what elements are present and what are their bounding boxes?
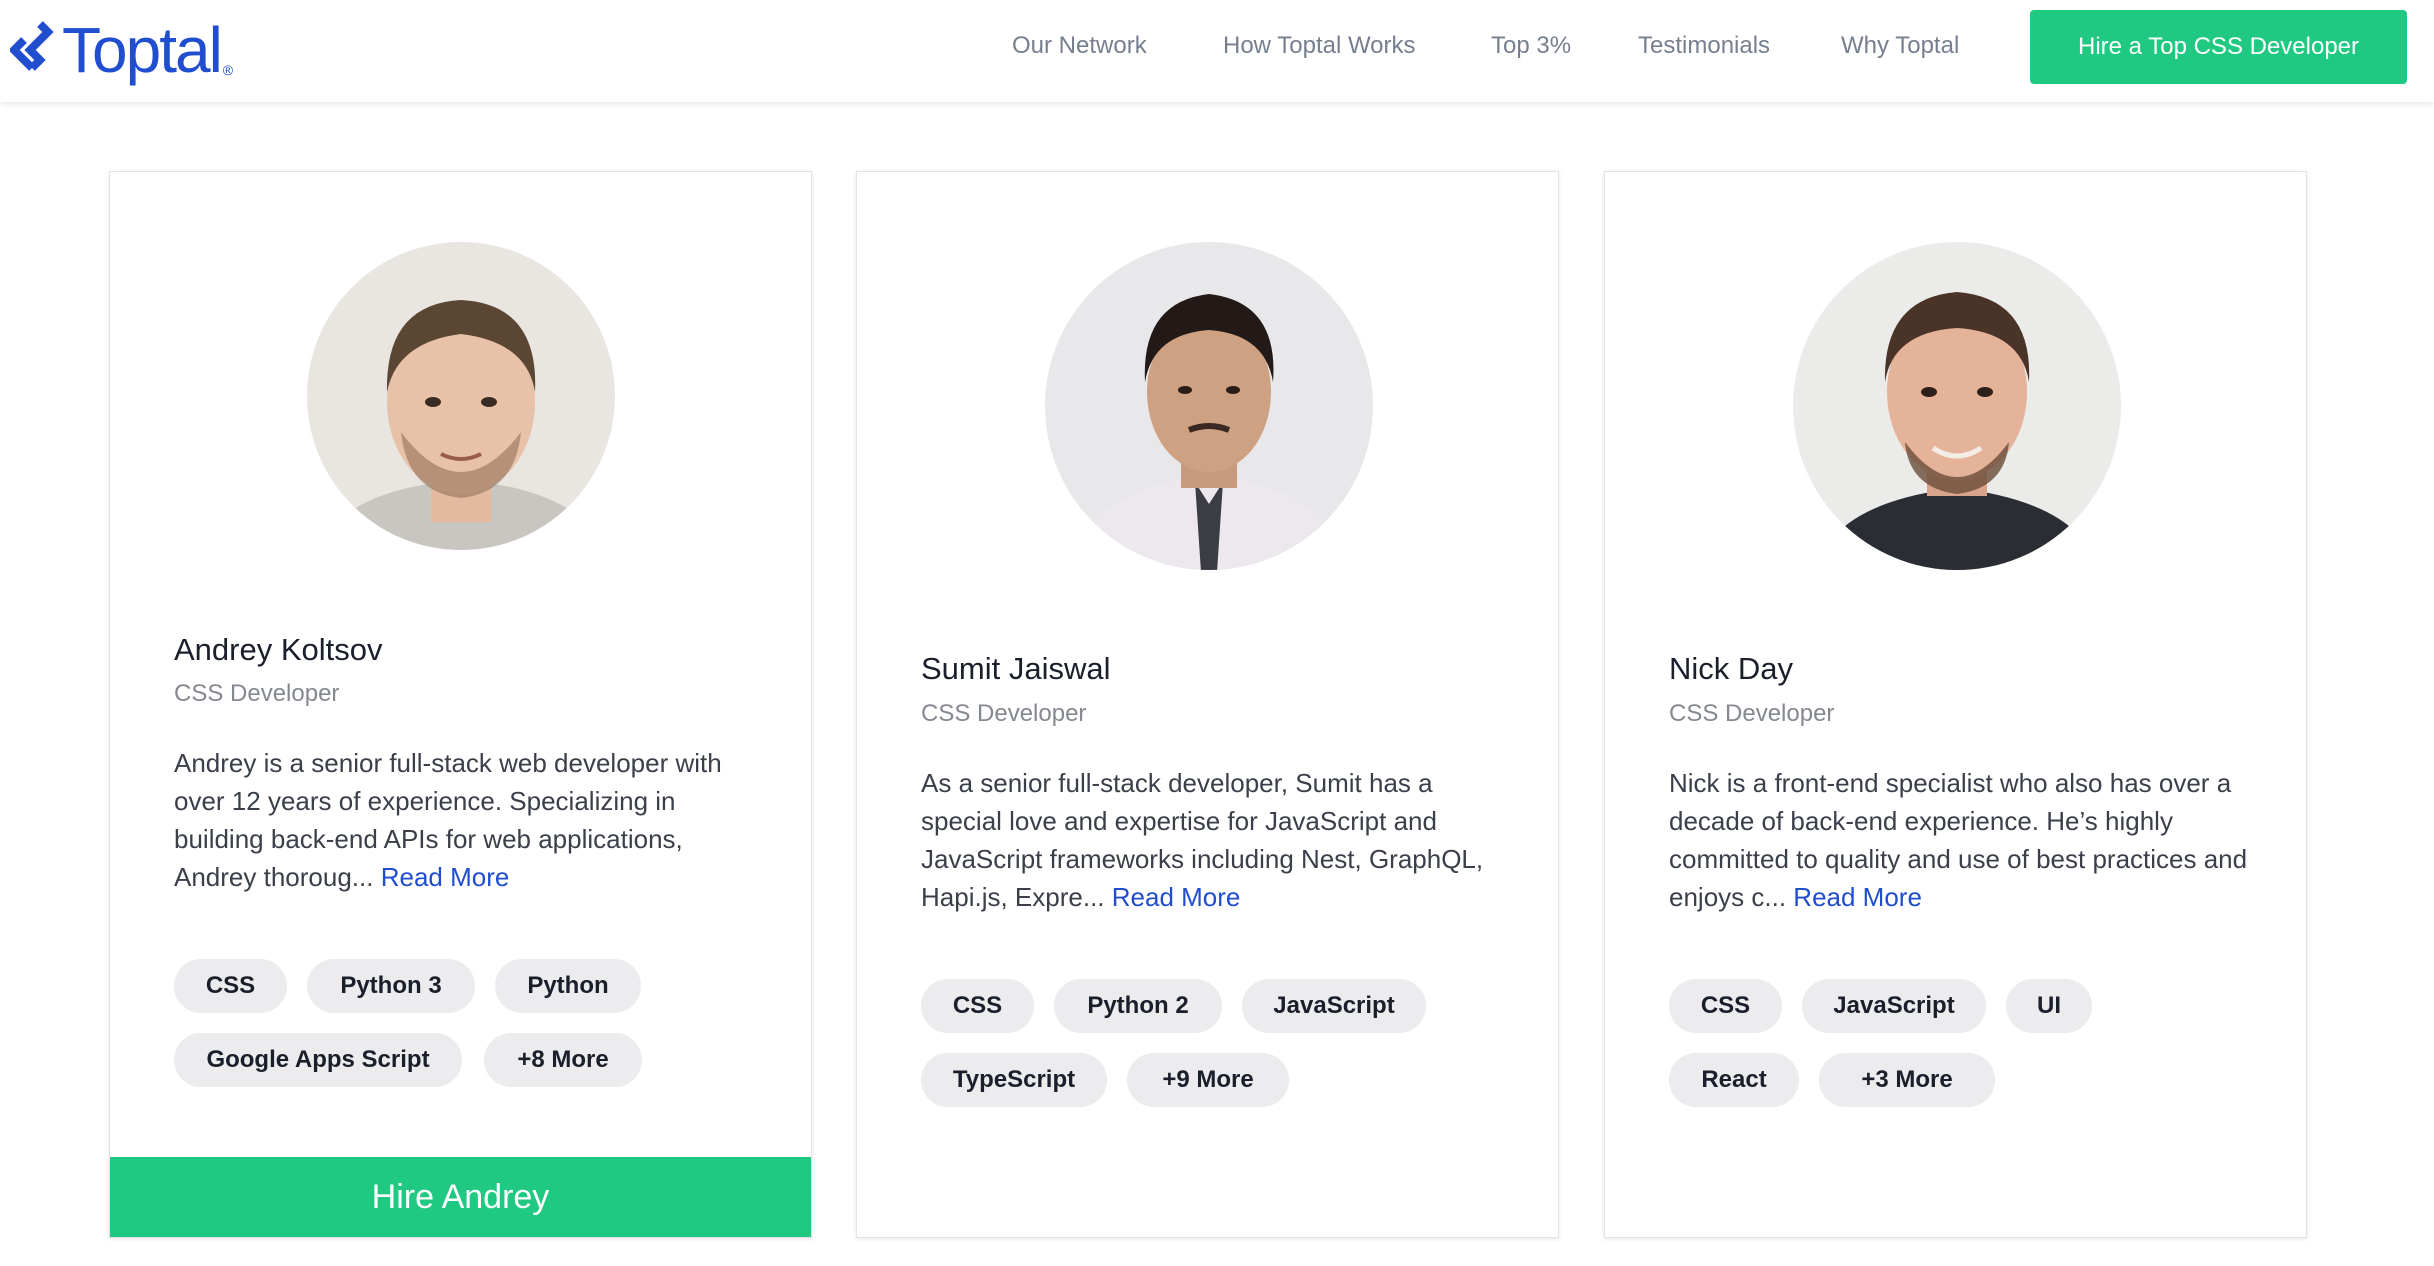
- skill-tag[interactable]: CSS: [921, 979, 1034, 1033]
- skill-tag[interactable]: Google Apps Script: [174, 1033, 462, 1087]
- bio-text: Nick is a front-end specialist who also …: [1669, 768, 2248, 912]
- toptal-logo[interactable]: Toptal ®: [10, 14, 233, 86]
- skill-tag[interactable]: Python: [495, 959, 641, 1013]
- hire-top-developer-button[interactable]: Hire a Top CSS Developer: [2030, 10, 2407, 84]
- avatar-nick[interactable]: [1793, 242, 2121, 570]
- developer-name[interactable]: Sumit Jaiswal: [921, 651, 1111, 687]
- skill-tag[interactable]: JavaScript: [1802, 979, 1986, 1033]
- developer-bio: Andrey is a senior full-stack web develo…: [174, 744, 754, 896]
- developer-card-sumit: Sumit Jaiswal CSS Developer As a senior …: [856, 171, 1559, 1238]
- top-nav-bar: Toptal ® Our Network How Toptal Works To…: [0, 0, 2434, 102]
- developer-bio: Nick is a front-end specialist who also …: [1669, 764, 2249, 916]
- avatar-andrey[interactable]: [307, 242, 615, 550]
- developer-card-nick: Nick Day CSS Developer Nick is a front-e…: [1604, 171, 2307, 1238]
- nav-our-network[interactable]: Our Network: [1012, 32, 1147, 60]
- nav-how-toptal-works[interactable]: How Toptal Works: [1223, 32, 1416, 60]
- logo-wordmark: Toptal: [62, 14, 223, 86]
- skill-tag[interactable]: CSS: [1669, 979, 1782, 1033]
- skill-tag[interactable]: CSS: [174, 959, 287, 1013]
- developer-role: CSS Developer: [1669, 700, 1835, 727]
- toptal-logo-icon: [10, 21, 54, 71]
- developer-role: CSS Developer: [174, 680, 340, 707]
- avatar-sumit[interactable]: [1045, 242, 1373, 570]
- developer-role: CSS Developer: [921, 700, 1087, 727]
- developer-name[interactable]: Andrey Koltsov: [174, 632, 383, 668]
- skill-tag[interactable]: TypeScript: [921, 1053, 1107, 1107]
- skill-tag[interactable]: JavaScript: [1242, 979, 1426, 1033]
- more-skills-tag[interactable]: +9 More: [1127, 1053, 1289, 1107]
- skill-tag[interactable]: Python 3: [307, 959, 475, 1013]
- read-more-link[interactable]: Read More: [1112, 882, 1241, 912]
- hire-andrey-button[interactable]: Hire Andrey: [110, 1157, 811, 1237]
- skill-tag[interactable]: UI: [2006, 979, 2092, 1033]
- skill-tag[interactable]: Python 2: [1054, 979, 1222, 1033]
- developer-bio: As a senior full-stack developer, Sumit …: [921, 764, 1501, 916]
- developer-card-andrey: Andrey Koltsov CSS Developer Andrey is a…: [109, 171, 812, 1238]
- read-more-link[interactable]: Read More: [1793, 882, 1922, 912]
- nav-top-3[interactable]: Top 3%: [1491, 32, 1571, 60]
- registered-mark: ®: [222, 62, 234, 78]
- nav-why-toptal[interactable]: Why Toptal: [1841, 32, 1959, 60]
- read-more-link[interactable]: Read More: [381, 862, 510, 892]
- more-skills-tag[interactable]: +3 More: [1819, 1053, 1995, 1107]
- skill-tag[interactable]: React: [1669, 1053, 1799, 1107]
- nav-testimonials[interactable]: Testimonials: [1638, 32, 1770, 60]
- developer-name[interactable]: Nick Day: [1669, 651, 1793, 687]
- more-skills-tag[interactable]: +8 More: [484, 1033, 642, 1087]
